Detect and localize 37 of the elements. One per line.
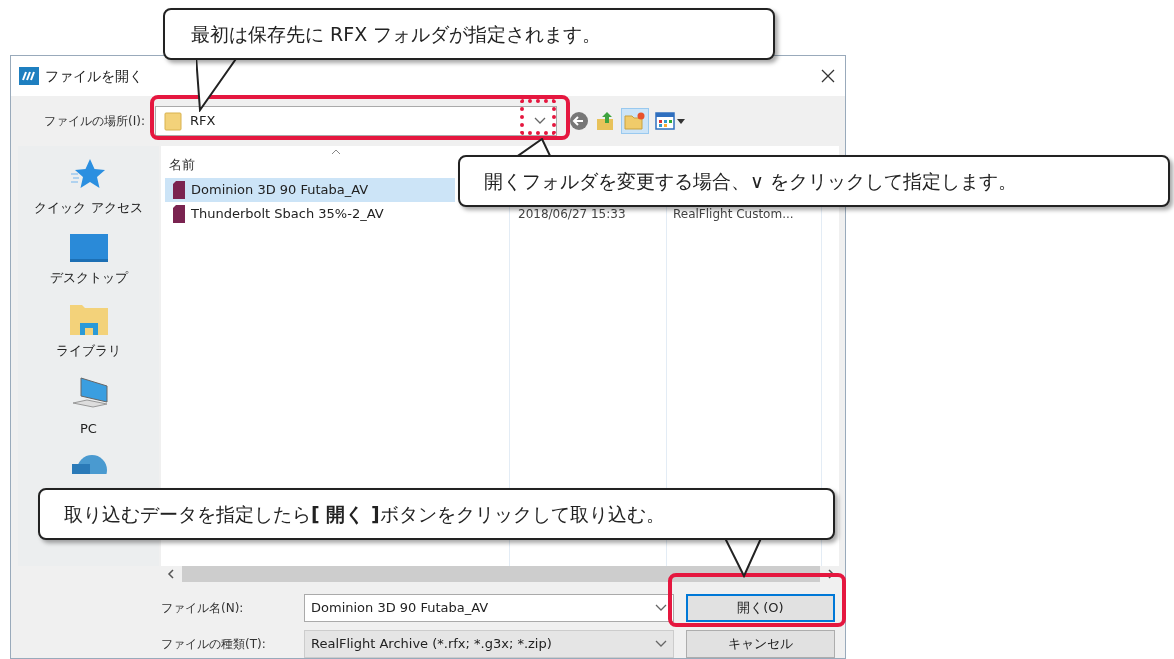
folder-icon [164,111,182,131]
file-row[interactable]: Thunderbolt Sbach 35%-2_AV [165,202,455,226]
back-icon[interactable] [569,111,589,131]
file-type-label: ファイルの種類(T): [161,636,267,653]
scroll-left-icon[interactable] [167,569,174,579]
desktop-icon [69,233,108,262]
file-type-dropdown[interactable]: RealFlight Archive (*.rfx; *.g3x; *.zip) [304,630,674,658]
sidebar-item[interactable]: クイック アクセス [34,198,143,218]
file-name-label: ファイル名(N): [161,600,245,617]
sort-ascending-icon [331,149,341,155]
new-folder-button[interactable] [621,108,649,134]
network-globe-icon [69,454,108,474]
open-button[interactable]: 開く(O) [686,594,835,622]
window-title: ファイルを開く [45,66,143,86]
cancel-button[interactable]: キャンセル [686,630,835,658]
sidebar-item[interactable]: PC [80,418,97,438]
library-folder-icon [69,303,108,335]
close-icon[interactable] [821,69,835,83]
dropdown-arrow-icon [677,118,685,124]
column-header[interactable]: 名前 [169,154,195,174]
sidebar-item[interactable]: ライブラリ [56,341,121,361]
view-grid-icon [655,112,675,130]
file-icon [173,181,185,199]
file-row[interactable]: Dominion 3D 90 Futaba_AV [165,178,455,202]
new-folder-icon [624,112,646,130]
file-icon [173,205,185,223]
view-menu-button[interactable] [655,112,685,130]
sidebar-item[interactable]: デスクトップ [49,267,128,287]
app-logo-icon [19,67,39,85]
file-name-field[interactable]: Dominion 3D 90 Futaba_AV [304,594,674,622]
date-cell-text: 2018/06/27 15:33 [518,206,626,223]
chevron-down-icon[interactable] [655,640,667,648]
chevron-down-icon[interactable] [534,117,546,125]
type-cell-text: RealFlight Custom... [673,206,794,223]
location-label: ファイルの場所(I): [43,113,146,130]
chevron-down-icon[interactable] [655,604,667,612]
scroll-right-icon[interactable] [828,569,835,579]
